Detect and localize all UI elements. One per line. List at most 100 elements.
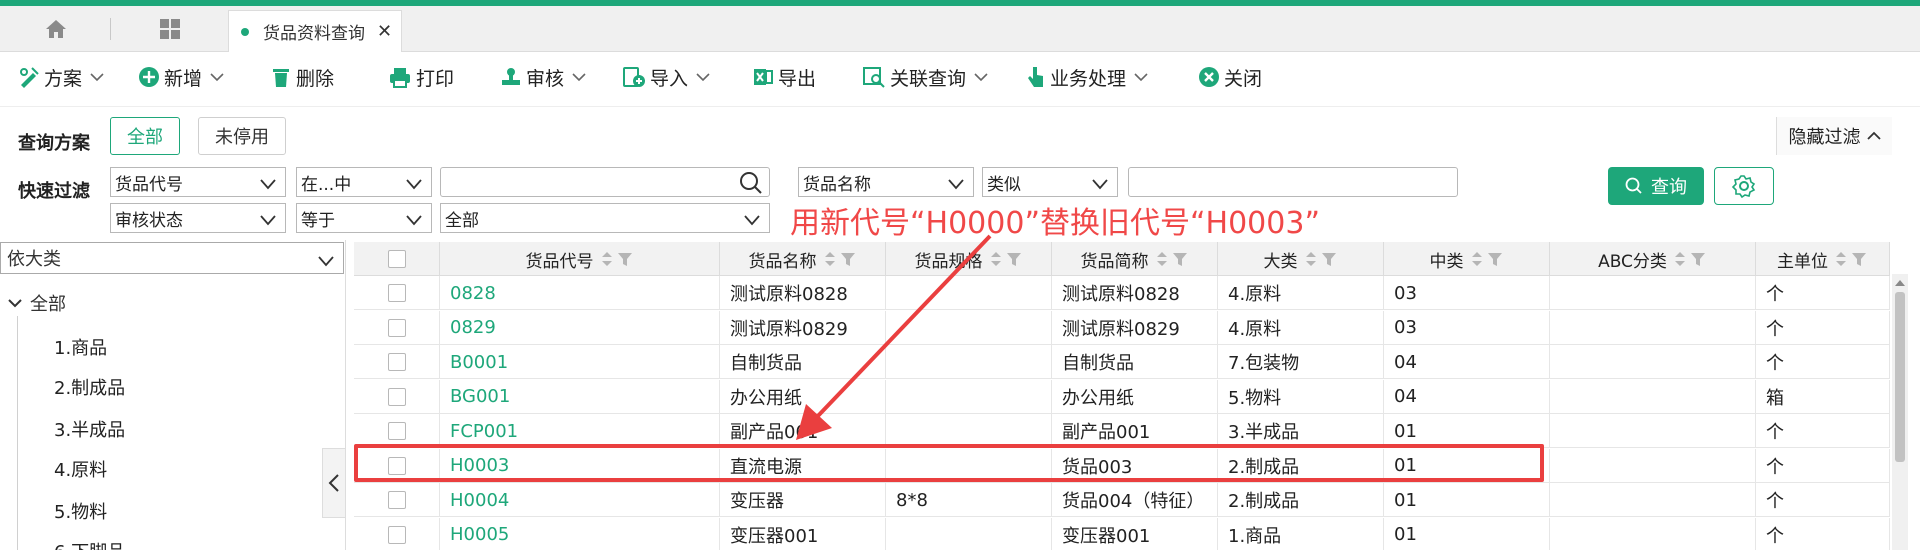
operator-select-3-value: 等于	[301, 210, 335, 231]
business-button[interactable]: 业务处理	[1026, 62, 1152, 92]
sort-filter-icon[interactable]	[823, 250, 857, 268]
tree-item-2[interactable]: 2.制成品	[54, 374, 125, 400]
sort-filter-icon[interactable]	[989, 250, 1023, 268]
tab-close-icon[interactable]: ✕	[377, 21, 392, 42]
settings-button[interactable]	[1714, 167, 1774, 205]
tree-root[interactable]: 全部	[8, 290, 66, 316]
field-select-3[interactable]: 审核状态	[110, 203, 286, 233]
sort-filter-icon[interactable]	[600, 250, 634, 268]
chevron-down-icon	[974, 72, 992, 82]
col-header-major[interactable]: 大类	[1218, 242, 1384, 276]
field-select-3-value: 审核状态	[115, 210, 183, 231]
row-checkbox[interactable]	[387, 422, 406, 440]
sort-filter-icon[interactable]	[1155, 250, 1189, 268]
tree-item-1[interactable]: 1.商品	[54, 334, 107, 360]
delete-button[interactable]: 删除	[270, 62, 334, 92]
sort-filter-icon[interactable]	[1673, 250, 1707, 268]
value-input-2[interactable]	[1128, 167, 1458, 197]
add-button[interactable]: 新增	[138, 62, 228, 92]
row-checkbox[interactable]	[387, 318, 406, 337]
cell-code[interactable]: FCP001	[440, 414, 720, 448]
col-header-name[interactable]: 货品名称	[720, 242, 886, 276]
col-header-spec[interactable]: 货品规格	[886, 242, 1052, 276]
cell-code[interactable]: H0005	[440, 517, 720, 550]
search-icon[interactable]	[739, 171, 763, 200]
table-row[interactable]: 0829 测试原料0829 测试原料0829 4.原料 03 个	[354, 310, 1890, 345]
table-row[interactable]: H0005 变压器001 变压器001 1.商品 01 个	[354, 517, 1890, 550]
col-header-unit[interactable]: 主单位	[1756, 242, 1890, 276]
operator-select-1[interactable]: 在...中	[296, 167, 432, 197]
vertical-scrollbar[interactable]	[1892, 274, 1908, 550]
cell-abc	[1550, 379, 1756, 414]
close-button[interactable]: 关闭	[1198, 62, 1262, 92]
collapse-panel-handle[interactable]	[322, 448, 346, 518]
row-checkbox-cell	[354, 345, 440, 379]
sort-filter-icon[interactable]	[1834, 250, 1868, 268]
query-button[interactable]: 查询	[1608, 167, 1704, 205]
print-button[interactable]: 打印	[388, 62, 454, 92]
row-checkbox-cell	[354, 414, 440, 448]
operator-select-3[interactable]: 等于	[296, 203, 432, 233]
col-header-short[interactable]: 货品简称	[1052, 242, 1218, 276]
cell-code[interactable]: B0001	[440, 345, 720, 379]
row-checkbox[interactable]	[387, 353, 406, 371]
cell-code[interactable]: 0828	[440, 276, 720, 310]
plan-label: 查询方案	[18, 133, 90, 154]
import-button[interactable]: 导入	[622, 62, 714, 92]
col-header-label: 大类	[1263, 251, 1298, 272]
row-checkbox[interactable]	[387, 525, 406, 544]
value-select-3[interactable]: 全部	[440, 203, 770, 233]
table-row[interactable]: B0001 自制货品 自制货品 7.包装物 04 个	[354, 345, 1890, 379]
sort-filter-icon[interactable]	[1304, 250, 1338, 268]
tree-guide-line	[17, 316, 18, 550]
table-row[interactable]: H0004 变压器 8*8 货品004（特征） 2.制成品 01 个	[354, 483, 1890, 517]
row-checkbox[interactable]	[387, 387, 406, 406]
operator-select-2-value: 类似	[987, 174, 1021, 195]
hide-filter-button[interactable]: 隐藏过滤	[1776, 117, 1892, 155]
row-checkbox-cell	[354, 483, 440, 517]
scrollbar-thumb[interactable]	[1895, 292, 1905, 462]
cell-code[interactable]: H0004	[440, 483, 720, 517]
export-button[interactable]: 导出	[752, 62, 816, 92]
cell-name: 副产品001	[720, 414, 886, 448]
cell-code[interactable]: 0829	[440, 310, 720, 345]
related-query-button[interactable]: 关联查询	[862, 62, 992, 92]
cell-code[interactable]: BG001	[440, 379, 720, 414]
col-header-mid[interactable]: 中类	[1384, 242, 1550, 276]
cell-name: 变压器001	[720, 517, 886, 550]
col-header-code[interactable]: 货品代号	[440, 242, 720, 276]
tree-item-5[interactable]: 5.物料	[54, 498, 107, 524]
search-icon	[1625, 177, 1642, 194]
field-select-1[interactable]: 货品代号	[110, 167, 286, 197]
tree-item-4[interactable]: 4.原料	[54, 456, 107, 482]
group-by-select[interactable]: 依大类	[0, 242, 344, 274]
sort-filter-icon[interactable]	[1470, 250, 1504, 268]
operator-select-2[interactable]: 类似	[982, 167, 1118, 197]
cell-name: 测试原料0828	[720, 276, 886, 310]
plan-button[interactable]: 方案	[18, 62, 108, 92]
field-select-2[interactable]: 货品名称	[798, 167, 974, 197]
tree-item-6[interactable]: 6.下脚品	[54, 538, 125, 550]
col-header-abc[interactable]: ABC分类	[1550, 242, 1756, 276]
apps-grid-icon[interactable]	[152, 14, 188, 44]
table-row[interactable]: 0828 测试原料0828 测试原料0828 4.原料 03 个	[354, 276, 1890, 310]
cell-short: 办公用纸	[1052, 379, 1218, 414]
table-row[interactable]: FCP001 副产品001 副产品001 3.半成品 01 个	[354, 414, 1890, 448]
row-checkbox[interactable]	[387, 284, 406, 302]
tab-goods-query[interactable]: 货品资料查询 ✕	[228, 10, 402, 52]
select-all-checkbox[interactable]	[387, 250, 406, 268]
add-label: 新增	[164, 67, 203, 90]
quick-filter-label: 快速过滤	[18, 181, 90, 202]
cell-major: 4.原料	[1218, 310, 1384, 345]
chevron-down-icon	[317, 251, 335, 272]
scroll-up-icon[interactable]	[1892, 276, 1908, 290]
audit-button[interactable]: 审核	[500, 62, 590, 92]
home-icon[interactable]	[38, 14, 74, 44]
table-row[interactable]: BG001 办公用纸 办公用纸 5.物料 04 箱	[354, 379, 1890, 414]
plan-active-button[interactable]: 未停用	[198, 117, 286, 155]
cell-unit: 个	[1756, 483, 1890, 517]
row-checkbox[interactable]	[387, 491, 406, 509]
plan-all-button[interactable]: 全部	[110, 117, 180, 155]
value-input-1[interactable]	[440, 167, 770, 197]
tree-item-3[interactable]: 3.半成品	[54, 416, 125, 442]
